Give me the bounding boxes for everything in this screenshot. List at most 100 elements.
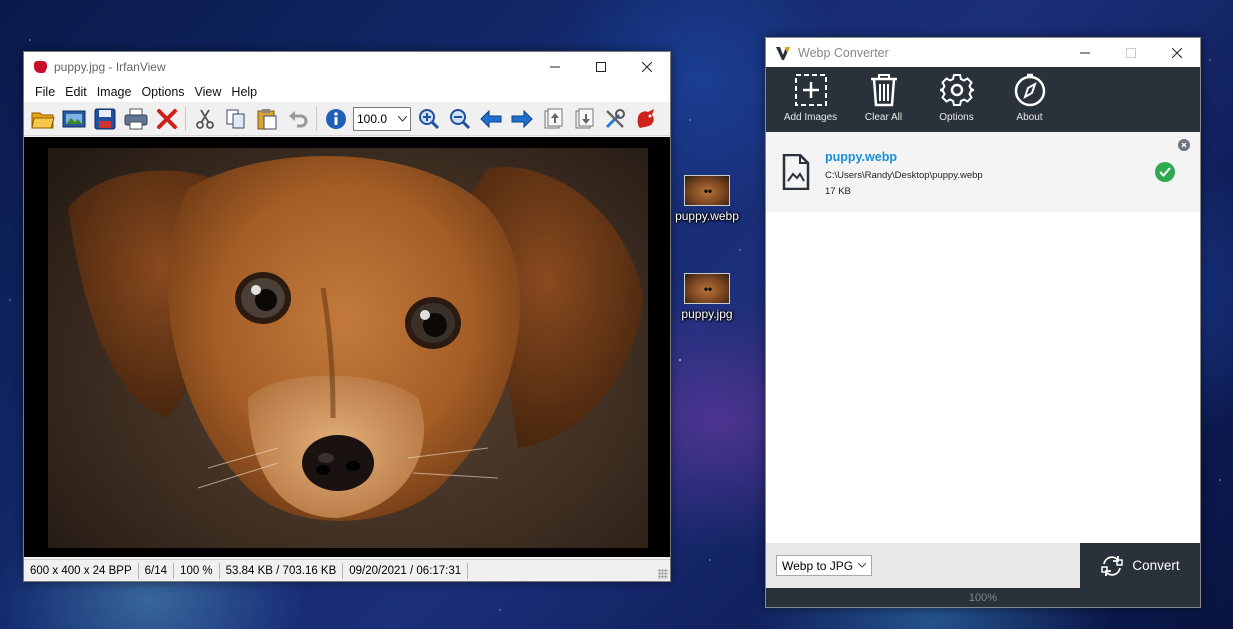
resize-grip[interactable] (658, 569, 668, 579)
copy-icon (226, 109, 244, 128)
paste-button[interactable] (251, 105, 282, 133)
add-images-icon (794, 74, 827, 106)
close-button[interactable] (1154, 38, 1200, 67)
toolbar-separator (185, 106, 186, 131)
settings-button[interactable] (599, 105, 630, 133)
bottom-bar: Webp to JPG Convert (766, 543, 1200, 588)
progress-bar: 100% (766, 588, 1200, 607)
file-list[interactable]: puppy.webp C:\Users\Randy\Desktop\puppy.… (766, 132, 1200, 544)
move-down-icon (575, 108, 593, 128)
close-icon (1172, 47, 1182, 58)
image-file-icon (782, 154, 810, 190)
add-images-button[interactable]: Add Images (774, 67, 847, 132)
desktop-icon-puppy-jpg[interactable]: puppy.jpg (672, 273, 742, 321)
maximize-button[interactable] (578, 52, 624, 81)
info-button[interactable] (320, 105, 351, 133)
zoom-out-button[interactable] (444, 105, 475, 133)
close-button[interactable] (624, 52, 670, 81)
maximize-icon (596, 61, 606, 72)
about-button[interactable]: About (993, 67, 1066, 132)
move-down-button[interactable] (568, 105, 599, 133)
webp-converter-window[interactable]: Webp Converter Add Images Clear All Opti… (765, 37, 1201, 608)
next-button[interactable] (506, 105, 537, 133)
zoom-in-button[interactable] (413, 105, 444, 133)
undo-icon (288, 110, 307, 127)
compass-icon (1014, 73, 1045, 107)
format-select-value: Webp to JPG (782, 558, 854, 573)
status-bar: 600 x 400 x 24 BPP 6/14 100 % 53.84 KB /… (24, 559, 670, 581)
menu-file[interactable]: File (30, 85, 60, 99)
cut-button[interactable] (189, 105, 220, 133)
options-button[interactable]: Options (920, 67, 993, 132)
thumbnail-icon (684, 273, 730, 304)
minimize-button[interactable] (1062, 38, 1108, 67)
previous-button[interactable] (475, 105, 506, 133)
undo-button[interactable] (282, 105, 313, 133)
format-select[interactable]: Webp to JPG (776, 555, 872, 576)
minimize-icon (1080, 52, 1090, 53)
irfanview-logo-button[interactable] (630, 105, 661, 133)
chevron-down-icon (858, 563, 866, 568)
menu-view[interactable]: View (190, 85, 227, 99)
cut-icon (195, 109, 214, 129)
puppy-photo (48, 148, 648, 548)
menu-help[interactable]: Help (226, 85, 262, 99)
paste-icon (257, 108, 276, 129)
slideshow-icon (62, 110, 85, 127)
print-button[interactable] (120, 105, 151, 133)
zoom-combobox[interactable]: 100.0 (353, 106, 411, 131)
next-icon (511, 109, 533, 128)
copy-button[interactable] (220, 105, 251, 133)
zoom-in-icon (418, 108, 439, 129)
menu-bar: File Edit Image Options View Help (24, 81, 670, 102)
status-index: 6/14 (139, 562, 175, 579)
settings-tools-icon (605, 108, 625, 128)
maximize-icon (1126, 47, 1136, 58)
minimize-button[interactable] (532, 52, 578, 81)
slideshow-button[interactable] (58, 105, 89, 133)
file-size: 17 KB (825, 186, 851, 197)
clear-all-button[interactable]: Clear All (847, 67, 920, 132)
delete-icon (156, 108, 177, 129)
delete-button[interactable] (151, 105, 182, 133)
clear-all-label: Clear All (864, 112, 903, 123)
move-up-button[interactable] (537, 105, 568, 133)
convert-button[interactable]: Convert (1080, 543, 1200, 588)
menu-options[interactable]: Options (136, 85, 189, 99)
open-folder-icon (30, 112, 55, 128)
desktop-icon-puppy-webp[interactable]: puppy.webp (672, 175, 742, 223)
add-images-label: Add Images (783, 112, 838, 123)
status-size: 53.84 KB / 703.16 KB (220, 562, 344, 579)
list-item[interactable]: puppy.webp C:\Users\Randy\Desktop\puppy.… (766, 132, 1200, 212)
move-up-icon (544, 108, 562, 128)
irfanview-window[interactable]: puppy.jpg - IrfanView File Edit Image Op… (23, 51, 671, 582)
zoom-out-icon (449, 108, 470, 129)
file-name: puppy.webp (825, 150, 897, 164)
webp-converter-title: Webp Converter (798, 45, 889, 60)
image-canvas[interactable] (24, 137, 670, 557)
irfanview-title-bar[interactable]: puppy.jpg - IrfanView (24, 52, 670, 81)
trash-icon (870, 74, 897, 107)
file-path: C:\Users\Randy\Desktop\puppy.webp (825, 170, 983, 181)
remove-file-button[interactable] (1178, 139, 1190, 151)
close-icon (642, 61, 652, 72)
menu-image[interactable]: Image (92, 85, 137, 99)
minimize-icon (550, 66, 560, 67)
close-icon (1181, 142, 1187, 148)
gear-icon (939, 74, 974, 106)
progress-text: 100% (968, 591, 998, 604)
webp-converter-title-bar[interactable]: Webp Converter (766, 38, 1200, 67)
open-button[interactable] (27, 105, 58, 133)
options-label: Options (939, 112, 974, 123)
info-icon (325, 108, 346, 129)
menu-edit[interactable]: Edit (60, 85, 92, 99)
convert-icon (1101, 555, 1124, 576)
thumbnail-icon (684, 175, 730, 206)
about-label: About (1016, 112, 1043, 123)
irfanview-title: puppy.jpg - IrfanView (54, 59, 166, 74)
webp-converter-toolbar: Add Images Clear All Options About (766, 67, 1200, 132)
save-button[interactable] (89, 105, 120, 133)
success-status-icon (1155, 162, 1175, 182)
irfanview-logo-icon (637, 108, 654, 128)
irfanview-app-icon (32, 59, 48, 75)
